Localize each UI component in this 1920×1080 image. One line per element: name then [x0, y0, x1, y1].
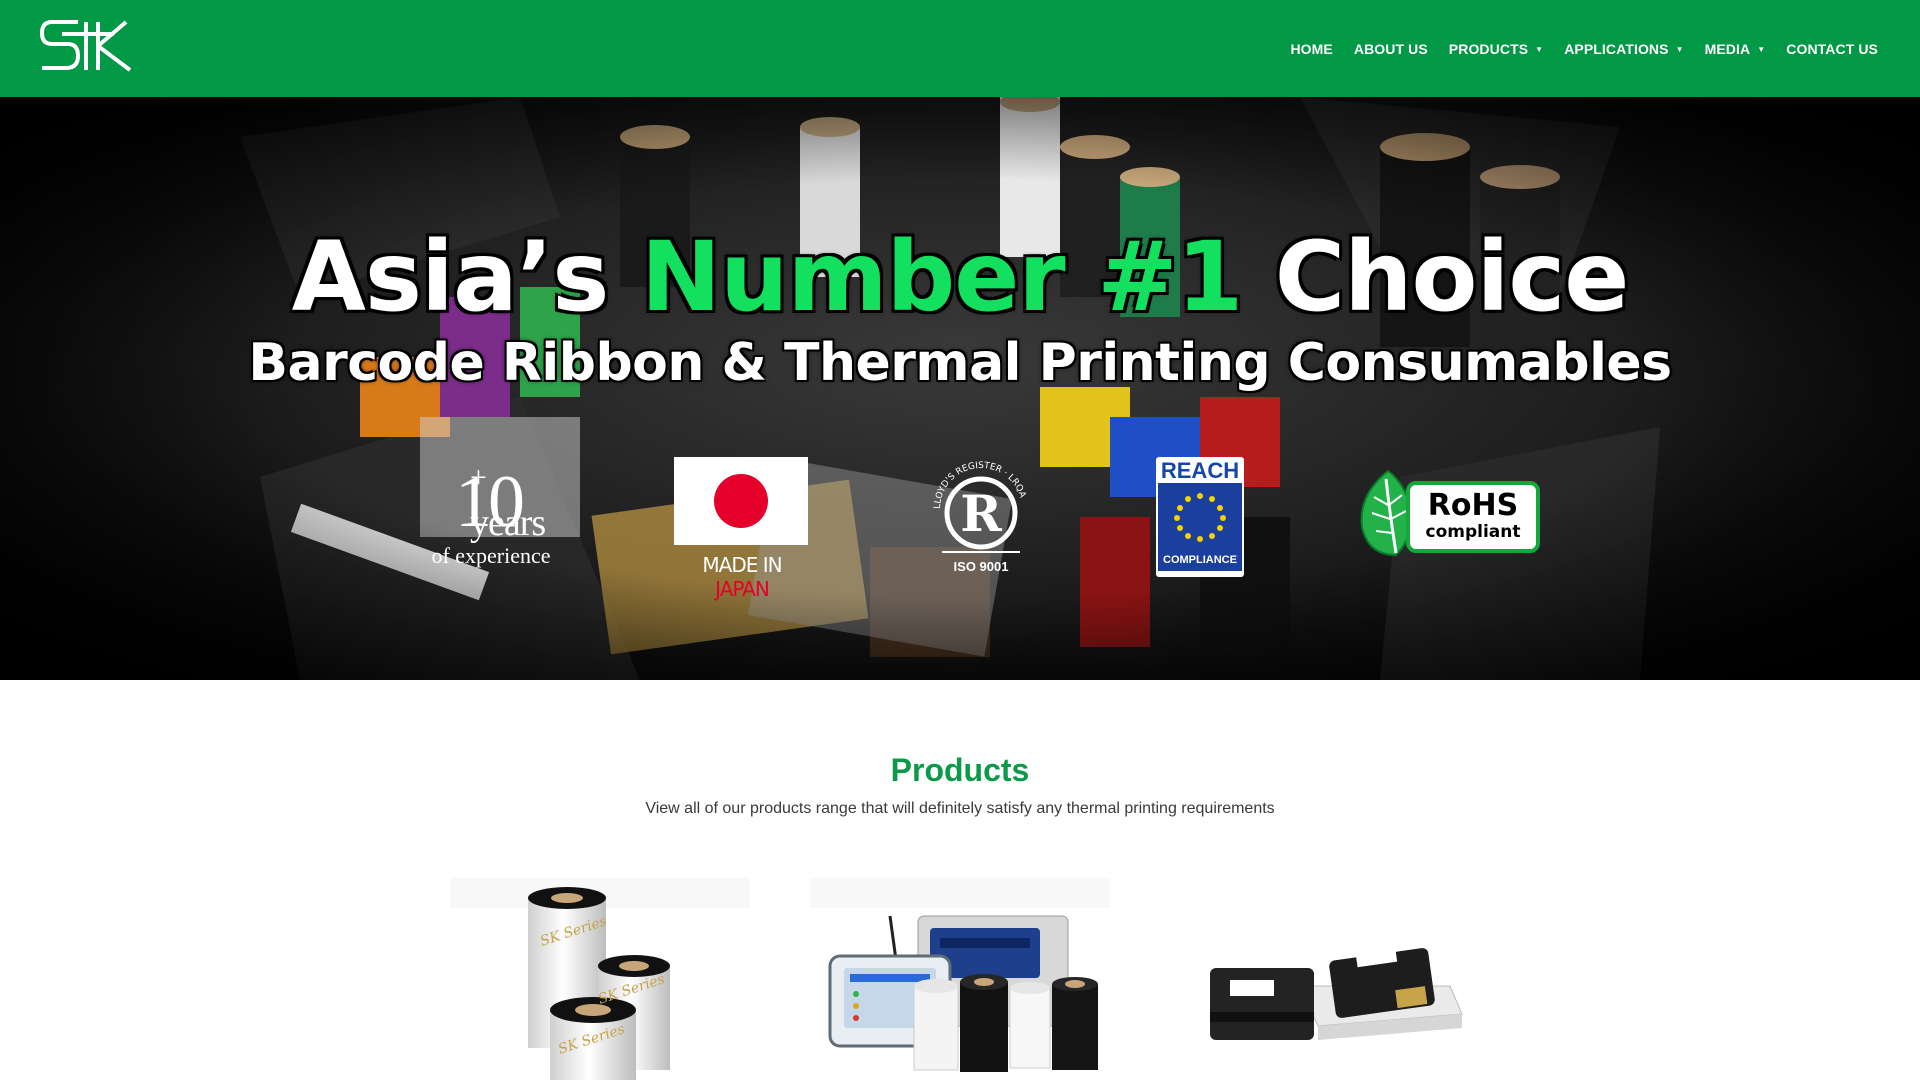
- hero-banner: Asia’s Number #1 Choice Barcode Ribbon &…: [0, 97, 1920, 680]
- hero-headline: Asia’s Number #1 Choice: [0, 221, 1920, 333]
- headline-part: Choice: [1242, 221, 1630, 333]
- headline-part: Asia’s: [291, 221, 641, 333]
- rohs-title: RoHS: [1427, 488, 1519, 523]
- site-header: HOME ABOUT US PRODUCTS ▼ APPLICATIONS ▼ ME…: [0, 0, 1920, 97]
- nav-home[interactable]: HOME: [1290, 41, 1332, 57]
- chevron-down-icon: ▼: [1675, 45, 1684, 54]
- iso-mark: R: [960, 484, 1002, 543]
- rohs-sub: compliant: [1425, 522, 1521, 542]
- made-in-text: MADE IN: [702, 553, 782, 577]
- nav-home-label: HOME: [1290, 40, 1333, 57]
- product-card-inkjet[interactable]: [1200, 876, 1500, 1080]
- reach-compliance-badge: REACH COMPLIANCE: [1156, 457, 1244, 577]
- nav-applications-label: APPLICATIONS: [1564, 40, 1669, 57]
- hero-subline: Barcode Ribbon & Thermal Printing Consum…: [248, 333, 1672, 393]
- made-in-country: JAPAN: [715, 577, 770, 601]
- sk-logo-icon[interactable]: [38, 16, 134, 76]
- lrqa-seal-icon: LLOYD'S REGISTER · LRQA R: [933, 461, 1028, 553]
- rohs-label-box: RoHS compliant: [1406, 481, 1540, 553]
- products-section-subtitle: View all of our products range that will…: [645, 800, 1275, 817]
- rohs-compliant-badge: RoHS compliant: [1356, 465, 1541, 561]
- nav-contact-us-label: CONTACT US: [1786, 40, 1878, 57]
- thermal-printer-image[interactable]: [810, 876, 1110, 1080]
- nav-contact-us[interactable]: CONTACT US: [1786, 41, 1878, 57]
- years-word: years: [470, 502, 546, 544]
- iso-label: ISO 9001: [953, 559, 1009, 574]
- reach-title: REACH: [1158, 459, 1242, 483]
- nav-media-label: MEDIA: [1704, 40, 1751, 57]
- reach-footer: COMPLIANCE: [1158, 549, 1242, 571]
- products-section-title: Products: [890, 752, 1030, 788]
- nav-media[interactable]: MEDIA ▼: [1705, 41, 1766, 57]
- made-in-label: MADE IN JAPAN: [674, 553, 810, 601]
- years-caption: of experience: [431, 543, 551, 568]
- iso-9001-badge: LLOYD'S REGISTER · LRQA R ISO 9001: [926, 447, 1036, 579]
- nav-products[interactable]: PRODUCTS ▼: [1449, 41, 1543, 57]
- inkjet-cartridge-image[interactable]: [1200, 876, 1500, 1080]
- nav-about-us-label: ABOUT US: [1353, 40, 1428, 57]
- experience-badge: 10 + years of experience: [398, 461, 578, 577]
- product-card-printers[interactable]: [810, 876, 1110, 1080]
- ribbon-rolls-image[interactable]: SK Series SK Series SK Series: [450, 876, 750, 1080]
- main-nav: HOME ABOUT US PRODUCTS ▼ APPLICATIONS ▼ ME…: [1269, 0, 1878, 97]
- nav-products-label: PRODUCTS: [1448, 40, 1529, 57]
- headline-accent: Number #1: [640, 221, 1244, 333]
- eu-flag-icon: [1158, 483, 1242, 549]
- japan-flag-icon: [674, 457, 808, 545]
- years-plus: +: [470, 461, 487, 494]
- chevron-down-icon: ▼: [1757, 45, 1766, 54]
- nav-applications[interactable]: APPLICATIONS ▼: [1564, 41, 1683, 57]
- product-card-ribbons[interactable]: SK Series SK Series SK Series: [450, 876, 750, 1080]
- made-in-japan-badge: MADE IN JAPAN: [674, 457, 810, 601]
- nav-about-us[interactable]: ABOUT US: [1354, 41, 1428, 57]
- chevron-down-icon: ▼: [1535, 45, 1544, 54]
